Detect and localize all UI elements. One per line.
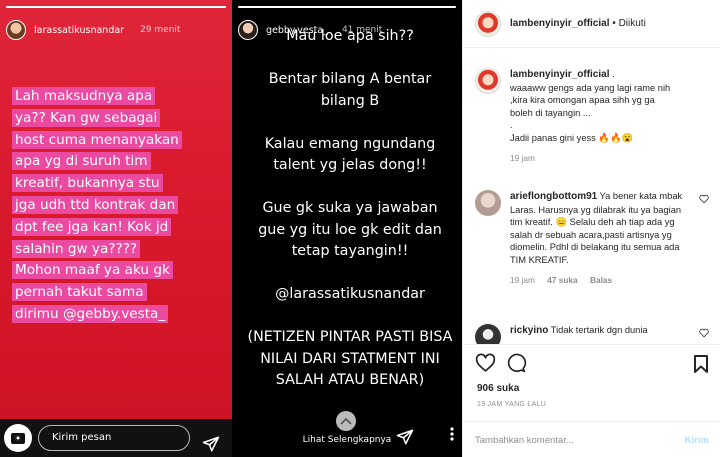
caption-line: ,kira kira omongan apaa sihh yg ga	[510, 95, 655, 105]
story-text: Lah maksudnya apa ya?? Kan gw sebagai host…	[12, 86, 226, 326]
story-text-line: (NETIZEN PINTAR PASTI BISA	[247, 329, 453, 345]
avatar[interactable]	[475, 10, 501, 37]
chevron-up-icon	[340, 417, 352, 425]
highlighted-text: jga udh ttd kontrak dan	[12, 195, 179, 214]
comment-item: arieflongbottom91 Ya bener kata mbak Lar…	[475, 190, 715, 287]
comment-username[interactable]: rickyino	[510, 325, 548, 336]
comments-list: lambenyinyir_official . waaaww gengs ada…	[463, 48, 720, 344]
highlighted-text: Lah maksudnya apa	[12, 87, 156, 105]
avatar[interactable]	[475, 68, 501, 94]
comment-bubble-icon[interactable]	[506, 353, 527, 373]
comment-item: rickyino Tidak tertarik dgn dunia	[475, 324, 715, 344]
caption-username[interactable]: lambenyinyir_official	[510, 69, 609, 80]
caption-line: waaaww gengs ada yang lagi rame nih	[510, 82, 671, 93]
highlighted-text: kreatif, bukannya stu	[12, 174, 163, 193]
comment-time[interactable]: 19 jam	[510, 275, 535, 285]
post-date[interactable]: 19 JAM YANG LALU	[477, 401, 546, 408]
likes-count[interactable]: 906 suka	[477, 383, 519, 394]
comment-input[interactable]	[475, 434, 685, 446]
story-text-line: pernah takut sama	[12, 282, 226, 304]
avatar[interactable]	[475, 324, 501, 344]
story-text-line: Lah maksudnya apa	[12, 86, 226, 108]
see-more-button[interactable]	[336, 411, 356, 431]
story-text-line: SALAH ATAU BENAR)	[275, 372, 425, 388]
send-icon[interactable]	[202, 435, 220, 453]
story-text-line: Mau loe apa sih??	[286, 28, 414, 44]
story-text-line: jga udh ttd kontrak dan	[12, 195, 226, 217]
story-text-line: tetap tayangin!!	[291, 243, 409, 259]
story-text-line: dpt fee jga kan! Kok jd	[12, 217, 226, 239]
highlighted-text: dpt fee jga kan! Kok jd	[12, 217, 172, 236]
story-timestamp: 29 menit	[140, 25, 181, 35]
highlighted-text: salahin gw ya????	[12, 239, 141, 258]
caption-line: .	[510, 120, 513, 130]
caption-line: Jadii panas gini yess 🔥🔥😮	[510, 132, 634, 143]
more-options-icon[interactable]	[450, 427, 454, 441]
story-text-line: talent yg jelas dong!!	[273, 157, 427, 173]
story-panel-larassatikusnandar: larassatikusnandar 29 menit Lah maksudny…	[0, 0, 232, 457]
highlighted-text: pernah takut sama	[12, 283, 147, 302]
caption-line: boleh di tayangin ...	[510, 107, 591, 118]
highlighted-text: ya?? Kan gw sebagai	[12, 108, 161, 127]
post-actions: 906 suka 19 JAM YANG LALU Kirim	[463, 344, 720, 457]
story-reply-bar: Kirim pesan	[4, 423, 230, 453]
story-text-line: host cuma menanyakan	[12, 130, 226, 152]
add-comment-bar: Kirim	[463, 421, 720, 457]
story-text-line: Gue gk suka ya jawaban	[262, 200, 438, 216]
story-text-line: bilang B	[320, 92, 380, 109]
highlighted-text: host cuma menanyakan	[12, 130, 182, 149]
post-caption: lambenyinyir_official . waaaww gengs ada…	[475, 68, 715, 165]
avatar[interactable]	[475, 190, 501, 216]
story-text-line: apa yg di suruh tim	[12, 151, 226, 173]
reply-button[interactable]: Balas	[590, 275, 612, 285]
like-comment-heart-icon[interactable]	[699, 328, 709, 338]
story-text-line: @larassatikusnandar	[275, 286, 425, 302]
comment-text: Ya bener kata mbak Laras. Harusnya yg di…	[510, 191, 683, 265]
see-more-label[interactable]: Lihat Selengkapnya	[232, 435, 462, 445]
story-text-line: gue yg itu loe gk edit dan	[258, 221, 442, 238]
caption-time[interactable]: 19 jam	[510, 153, 535, 163]
story-text: Mau loe apa sih?? Bentar bilang A bentar b…	[232, 26, 462, 392]
story-progress-bar	[6, 6, 226, 8]
story-text-line: dirimu @gebby.vesta_	[12, 304, 226, 326]
comment-likes[interactable]: 47 suka	[547, 275, 577, 285]
like-comment-heart-icon[interactable]	[699, 194, 709, 204]
story-text-line: kreatif, bukannya stu	[12, 173, 226, 195]
camera-button[interactable]	[4, 424, 32, 452]
story-panel-gebby-vesta: gebby.vesta_ 41 menit Mau loe apa sih?? B…	[232, 0, 462, 457]
story-progress-bar	[238, 6, 456, 8]
highlighted-text: dirimu @gebby.vesta_	[12, 304, 169, 323]
bookmark-icon[interactable]	[693, 354, 709, 374]
story-header: larassatikusnandar 29 menit	[6, 20, 180, 40]
story-text-line: Bentar bilang A bentar	[268, 71, 432, 87]
comment-text: Tidak tertarik dgn dunia	[550, 325, 648, 335]
story-text-line: Mohon maaf ya aku gk	[12, 260, 226, 282]
send-message-input[interactable]: Kirim pesan	[38, 425, 190, 451]
post-comment-button[interactable]: Kirim	[685, 435, 709, 446]
send-icon[interactable]	[396, 428, 414, 446]
camera-icon	[11, 432, 25, 444]
post-header: lambenyinyir_official • Diikuti	[463, 0, 720, 48]
story-text-line: ya?? Kan gw sebagai	[12, 108, 226, 130]
avatar[interactable]	[6, 20, 26, 40]
comment-username[interactable]: arieflongbottom91	[510, 191, 597, 202]
story-text-line: Kalau emang ngundang	[264, 135, 436, 152]
story-username[interactable]: larassatikusnandar	[34, 25, 124, 36]
post-author-username[interactable]: lambenyinyir_official	[510, 18, 609, 29]
story-text-line: NILAI DARI STATMENT INI	[260, 350, 440, 367]
separator-dot: •	[612, 18, 616, 29]
following-status-button[interactable]: Diikuti	[619, 18, 646, 29]
highlighted-text: apa yg di suruh tim	[12, 152, 151, 171]
caption-line: .	[612, 69, 615, 79]
like-heart-icon[interactable]	[475, 353, 496, 373]
highlighted-text: Mohon maaf ya aku gk	[12, 261, 173, 280]
story-text-line: salahin gw ya????	[12, 239, 226, 261]
post-sidebar: lambenyinyir_official • Diikuti lambenyi…	[462, 0, 720, 457]
